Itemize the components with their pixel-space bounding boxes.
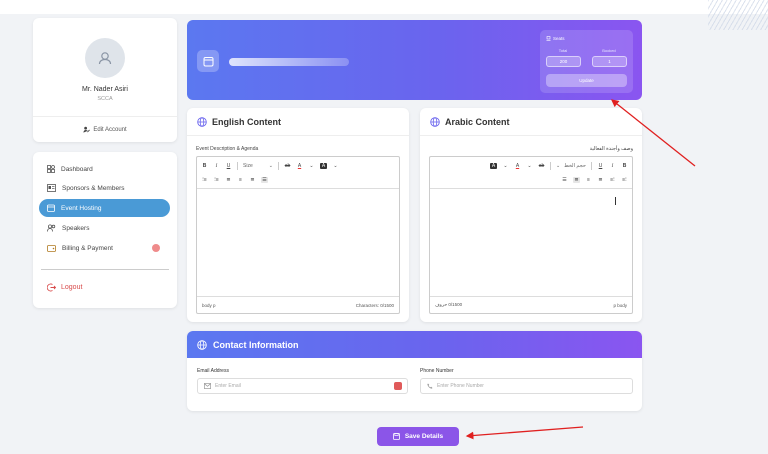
annotation-arrow-seats	[610, 99, 696, 167]
annotation-arrows	[465, 99, 696, 440]
annotation-arrow-save	[465, 426, 584, 440]
